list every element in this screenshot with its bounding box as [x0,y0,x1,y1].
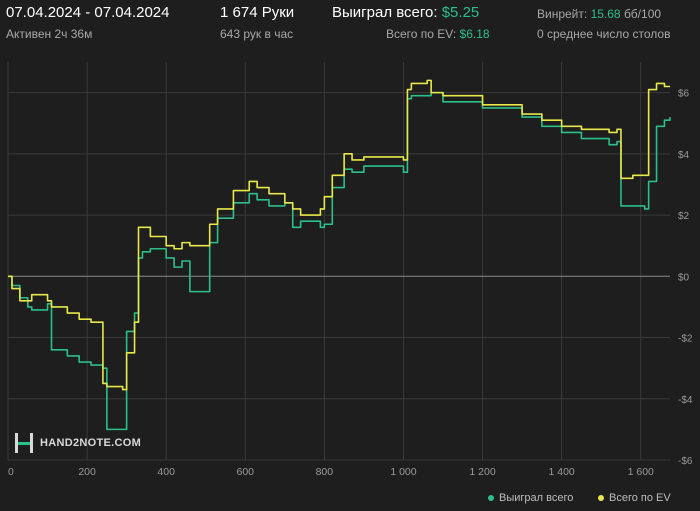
x-tick-label: 200 [78,466,96,478]
y-tick-label: -$6 [678,456,693,467]
y-tick-label: -$4 [678,395,693,406]
x-tick-label: 1 600 [628,466,654,478]
series-layer [8,79,671,431]
x-tick-label: 1 200 [469,466,495,478]
legend-won: Выиграл всего [488,492,573,504]
legend-won-label: Выиграл всего [499,492,574,504]
x-tick-label: 600 [237,466,255,478]
x-tick-label: 1 000 [390,466,416,478]
series-line-won [8,91,671,431]
x-tick-label: 400 [157,466,175,478]
y-tick-label: $0 [678,272,690,283]
y-tick-label: $4 [678,150,690,161]
hand2note-logo: HAND2NOTE.COM [14,432,141,454]
logo-text: HAND2NOTE.COM [40,437,142,449]
y-tick-label: $2 [678,211,690,222]
y-tick-label: -$2 [678,334,693,345]
tick-layer: 0 200 400 600 800 1 000 1 200 1 400 1 600 -$6 -$4 -… [8,89,693,478]
legend-ev: Всего по EV [598,492,671,504]
x-tick-label: 800 [316,466,334,478]
series-line-ev [8,79,670,391]
legend-won-dot [488,495,494,502]
legend-ev-dot [598,495,604,502]
logo-icon [15,433,33,453]
legend-ev-label: Всего по EV [609,492,671,504]
x-tick-label: 0 [8,466,14,478]
x-tick-label: 1 400 [549,466,575,478]
y-tick-label: $6 [678,89,690,100]
